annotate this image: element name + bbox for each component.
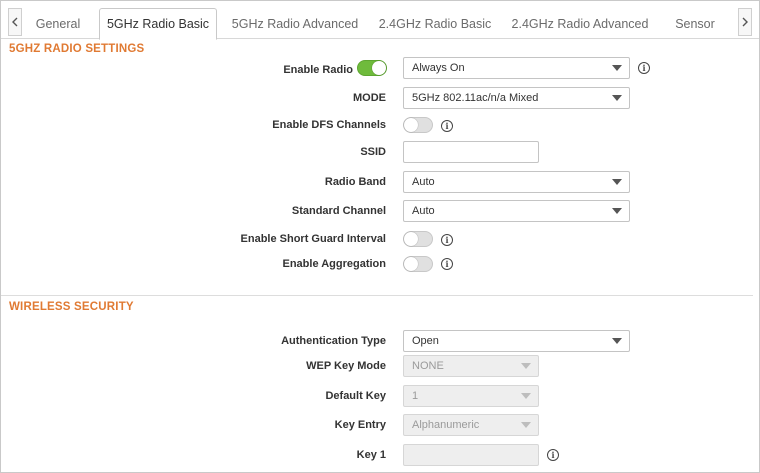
default-key-value: 1 [412, 390, 419, 402]
chevron-down-icon [612, 338, 622, 344]
wep-key-mode-select: NONE [403, 355, 539, 377]
wireless-security-heading: WIRELESS SECURITY [9, 301, 134, 313]
chevron-down-icon [521, 422, 531, 428]
info-icon[interactable]: i [441, 120, 453, 132]
enable-radio-label: Enable Radio [283, 64, 353, 76]
radio-settings-panel: General 5GHz Radio Basic 5GHz Radio Adva… [0, 0, 760, 473]
radio-band-value: Auto [412, 176, 435, 188]
key1-label: Key 1 [356, 449, 386, 461]
tab-5ghz-radio-basic[interactable]: 5GHz Radio Basic [99, 8, 217, 40]
wep-key-mode-value: NONE [412, 360, 444, 372]
aggregation-toggle[interactable] [403, 256, 433, 272]
standard-channel-select[interactable]: Auto [403, 200, 630, 222]
wep-key-mode-label: WEP Key Mode [306, 360, 386, 372]
tab-scroll-right-button[interactable] [738, 8, 752, 36]
tab-2-4ghz-radio-basic[interactable]: 2.4GHz Radio Basic [373, 8, 497, 39]
chevron-down-icon [521, 363, 531, 369]
chevron-down-icon [612, 208, 622, 214]
toggle-knob [372, 61, 386, 75]
chevron-right-icon [742, 17, 748, 27]
ssid-input[interactable] [403, 141, 539, 163]
mode-select[interactable]: 5GHz 802.11ac/n/a Mixed [403, 87, 630, 109]
info-icon[interactable]: i [638, 62, 650, 74]
tab-general[interactable]: General [23, 8, 93, 39]
key1-input [403, 444, 539, 466]
mode-value: 5GHz 802.11ac/n/a Mixed [412, 92, 539, 104]
chevron-left-icon [12, 17, 18, 27]
tab-2-4ghz-radio-advanced[interactable]: 2.4GHz Radio Advanced [505, 8, 655, 39]
radio-schedule-value: Always On [412, 62, 465, 74]
radio-settings-heading: 5GHZ RADIO SETTINGS [9, 43, 145, 55]
tab-sensor[interactable]: Sensor [663, 8, 727, 39]
tab-5ghz-radio-advanced[interactable]: 5GHz Radio Advanced [225, 8, 365, 39]
radio-band-select[interactable]: Auto [403, 171, 630, 193]
toggle-knob [404, 232, 418, 246]
toggle-knob [404, 257, 418, 271]
key-entry-select: Alphanumeric [403, 414, 539, 436]
standard-channel-value: Auto [412, 205, 435, 217]
aggregation-label: Enable Aggregation [282, 258, 387, 270]
enable-radio-toggle[interactable] [357, 60, 387, 76]
auth-type-value: Open [412, 335, 439, 347]
chevron-down-icon [612, 95, 622, 101]
enable-dfs-toggle[interactable] [403, 117, 433, 133]
info-icon[interactable]: i [547, 449, 559, 461]
info-icon[interactable]: i [441, 234, 453, 246]
key-entry-value: Alphanumeric [412, 419, 480, 431]
chevron-down-icon [612, 179, 622, 185]
ssid-label: SSID [360, 146, 386, 158]
chevron-down-icon [521, 393, 531, 399]
key-entry-label: Key Entry [334, 419, 386, 431]
radio-band-label: Radio Band [324, 176, 386, 188]
auth-type-select[interactable]: Open [403, 330, 630, 352]
tab-bar: General 5GHz Radio Basic 5GHz Radio Adva… [1, 1, 759, 40]
enable-dfs-label: Enable DFS Channels [272, 119, 386, 131]
info-icon[interactable]: i [441, 258, 453, 270]
default-key-select: 1 [403, 385, 539, 407]
tab-scroll-left-button[interactable] [8, 8, 22, 36]
mode-label: MODE [353, 92, 386, 104]
radio-schedule-select[interactable]: Always On [403, 57, 630, 79]
auth-type-label: Authentication Type [281, 335, 386, 347]
chevron-down-icon [612, 65, 622, 71]
default-key-label: Default Key [325, 390, 386, 402]
short-guard-toggle[interactable] [403, 231, 433, 247]
section-divider [1, 295, 753, 296]
standard-channel-label: Standard Channel [291, 205, 386, 217]
toggle-knob [404, 118, 418, 132]
short-guard-label: Enable Short Guard Interval [240, 233, 386, 245]
